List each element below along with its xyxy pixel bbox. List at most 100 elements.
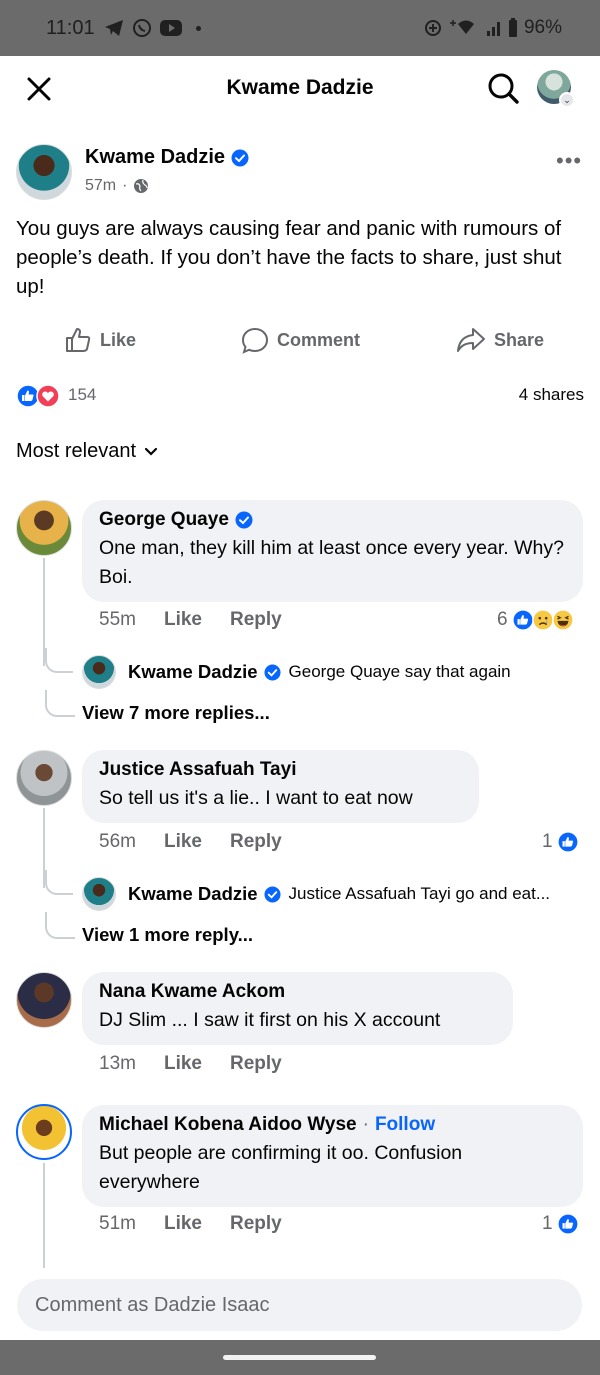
system-nav-bar <box>0 1340 600 1375</box>
verified-badge-icon <box>264 885 281 903</box>
comment-avatar[interactable] <box>16 1104 72 1160</box>
share-icon <box>457 328 485 352</box>
comment-avatar[interactable] <box>16 500 72 556</box>
globe-icon <box>134 179 149 193</box>
comment-reaction-count: 6 <box>497 609 508 630</box>
view-more-replies[interactable]: View 1 more reply... <box>82 924 253 946</box>
search-icon <box>488 73 519 104</box>
comment-time[interactable]: 13m <box>99 1053 136 1075</box>
comment-reply-button[interactable]: Reply <box>230 831 282 853</box>
signal-icon <box>486 22 500 36</box>
reply-text: George Quaye say that again <box>288 662 511 681</box>
comment-like-button[interactable]: Like <box>164 1213 202 1235</box>
comment-reply-button[interactable]: Reply <box>230 1053 282 1075</box>
reply-text: Justice Assafuah Tayi go and eat... <box>288 884 551 903</box>
comment-meta: 55m Like Reply <box>99 609 282 631</box>
meta-separator: · <box>122 177 128 194</box>
app-header: Kwame Dadzie ⌄ <box>0 56 600 120</box>
comment-text: DJ Slim ... I saw it first on his X acco… <box>99 1009 441 1031</box>
telegram-icon <box>105 20 123 36</box>
reply-author-name[interactable]: Kwame Dadzie <box>128 661 258 683</box>
comment-reaction-count: 1 <box>542 831 553 852</box>
share-button[interactable]: Share <box>456 326 544 354</box>
post-time[interactable]: 57m <box>85 177 116 195</box>
comment-author-name[interactable]: George Quaye <box>99 509 229 531</box>
comment-author[interactable]: Justice Assafuah Tayi <box>99 759 462 781</box>
post-author-avatar[interactable] <box>16 144 72 200</box>
post-more-button[interactable]: ••• <box>556 148 582 174</box>
status-right: 96% <box>424 17 562 39</box>
home-gesture-handle[interactable] <box>223 1355 376 1360</box>
comment-composer[interactable] <box>17 1279 582 1331</box>
reply-author-name[interactable]: Kwame Dadzie <box>128 883 258 905</box>
battery-icon <box>508 18 517 37</box>
like-reaction-icon <box>556 831 579 853</box>
comment-like-button[interactable]: Like <box>164 609 202 631</box>
reply-preview[interactable]: Kwame Dadzie George Quaye say that again <box>82 655 511 689</box>
comment-reactions[interactable]: 1 <box>542 1213 579 1235</box>
love-reaction-icon <box>36 384 60 408</box>
comment-text: So tell us it's a lie.. I want to eat no… <box>99 787 413 809</box>
comment-meta: 13m Like Reply <box>99 1053 282 1075</box>
follow-button[interactable]: Follow <box>375 1114 435 1136</box>
comment-avatar[interactable] <box>16 972 72 1028</box>
data-saver-icon <box>424 20 441 36</box>
like-button[interactable]: Like <box>64 326 136 354</box>
sad-reaction-icon <box>531 609 554 631</box>
thumbs-up-icon <box>66 328 91 352</box>
comment-author[interactable]: Michael Kobena Aidoo Wyse · Follow <box>99 1114 566 1136</box>
comment-author-name[interactable]: Michael Kobena Aidoo Wyse <box>99 1114 357 1136</box>
comment-label: Comment <box>277 329 361 350</box>
profile-menu-avatar[interactable]: ⌄ <box>537 70 575 108</box>
comment-text: But people are confirming it oo. Confusi… <box>99 1142 463 1193</box>
comment-like-button[interactable]: Like <box>164 831 202 853</box>
comment-time[interactable]: 55m <box>99 609 136 631</box>
share-label: Share <box>494 329 545 350</box>
search-button[interactable] <box>486 71 520 110</box>
comment-author-name[interactable]: Nana Kwame Ackom <box>99 981 285 1003</box>
battery-percent: 96% <box>523 17 562 38</box>
comment-reactions[interactable]: 1 <box>542 831 579 853</box>
share-count[interactable]: 4 shares <box>519 385 584 405</box>
status-notification-icons <box>104 18 201 38</box>
comment-avatar[interactable] <box>16 750 72 806</box>
reply-preview[interactable]: Kwame Dadzie Justice Assafuah Tayi go an… <box>82 877 550 911</box>
like-reaction-icon <box>511 609 534 631</box>
reaction-icons[interactable] <box>16 384 60 408</box>
like-reaction-icon <box>556 1213 579 1235</box>
post-meta: 57m · <box>85 177 149 195</box>
comment-bubble: Justice Assafuah Tayi So tell us it's a … <box>82 750 479 823</box>
reaction-count[interactable]: 154 <box>68 385 96 405</box>
comment-author[interactable]: George Quaye <box>99 509 566 531</box>
verified-badge-icon <box>231 149 249 166</box>
reply-connector <box>45 690 75 717</box>
comment-bubble: Michael Kobena Aidoo Wyse · Follow But p… <box>82 1105 583 1207</box>
comment-input[interactable] <box>17 1279 582 1331</box>
reply-connector <box>45 912 75 939</box>
comment-reply-button[interactable]: Reply <box>230 609 282 631</box>
reply-avatar[interactable] <box>82 655 116 689</box>
view-more-replies[interactable]: View 7 more replies... <box>82 702 270 724</box>
post-author-name[interactable]: Kwame Dadzie <box>85 146 225 169</box>
reply-connector <box>45 648 73 673</box>
reply-connector <box>45 870 73 895</box>
comment-button[interactable]: Comment <box>241 326 360 354</box>
youtube-icon <box>160 20 182 36</box>
reply-avatar[interactable] <box>82 877 116 911</box>
post-author[interactable]: Kwame Dadzie <box>85 146 249 169</box>
comment-reactions[interactable]: 6 <box>497 609 574 631</box>
comment-author-name[interactable]: Justice Assafuah Tayi <box>99 759 296 781</box>
chevron-down-icon: ⌄ <box>559 92 575 108</box>
comment-reply-button[interactable]: Reply <box>230 1213 282 1235</box>
comment-sort-dropdown[interactable]: Most relevant <box>16 440 158 463</box>
follow-separator: · <box>362 1114 369 1135</box>
status-time: 11:01 <box>46 17 95 39</box>
comment-like-button[interactable]: Like <box>164 1053 202 1075</box>
wifi-icon <box>449 20 474 34</box>
comment-time[interactable]: 51m <box>99 1213 136 1235</box>
verified-badge-icon <box>264 663 281 681</box>
comment-author[interactable]: Nana Kwame Ackom <box>99 981 496 1003</box>
status-dot-icon <box>196 25 201 31</box>
comment-time[interactable]: 56m <box>99 831 136 853</box>
comment-reaction-count: 1 <box>542 1213 553 1234</box>
